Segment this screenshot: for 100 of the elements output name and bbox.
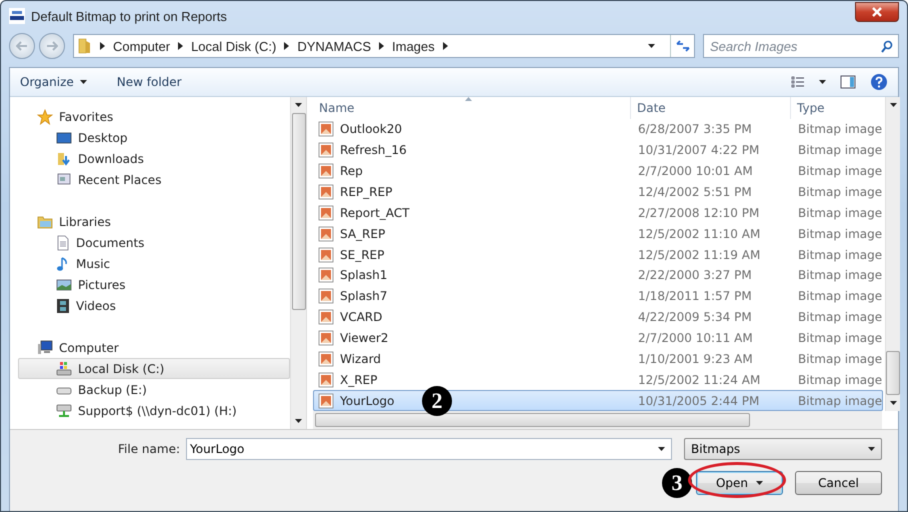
file-type: Bitmap image bbox=[797, 289, 882, 304]
sidebar-item[interactable]: Downloads bbox=[18, 148, 290, 169]
breadcrumb-item[interactable]: Computer bbox=[113, 38, 170, 54]
folder-icon bbox=[37, 214, 53, 228]
folder-icon bbox=[78, 38, 92, 54]
file-row[interactable]: Refresh_16 10/31/2007 4:22 PM Bitmap image bbox=[313, 140, 884, 161]
file-type: Bitmap image bbox=[797, 310, 882, 324]
file-date: 2/7/2000 10:11 AM bbox=[637, 331, 754, 346]
image-file-icon bbox=[318, 350, 334, 367]
sidebar-item-label: Music bbox=[76, 256, 110, 270]
file-row[interactable]: REP_REP 12/4/2002 5:51 PM Bitmap image bbox=[313, 181, 884, 202]
sidebar-heading-label: Computer bbox=[59, 340, 119, 354]
sidebar-item[interactable]: Pictures bbox=[18, 274, 290, 295]
refresh-icon[interactable] bbox=[674, 40, 690, 52]
open-button[interactable]: Open bbox=[696, 471, 783, 495]
file-row[interactable]: Splash1 2/22/2000 3:27 PM Bitmap image bbox=[313, 264, 884, 286]
breadcrumb-item[interactable]: Images bbox=[392, 38, 435, 54]
view-list-icon[interactable] bbox=[791, 76, 805, 88]
dropdown-arrow-icon bbox=[756, 481, 764, 485]
help-icon[interactable] bbox=[870, 73, 888, 91]
sidebar-heading-label: Favorites bbox=[59, 110, 114, 124]
dropdown-arrow-icon bbox=[890, 401, 897, 405]
sidebar-item[interactable]: Documents bbox=[18, 232, 290, 253]
file-row[interactable]: Viewer2 2/7/2000 10:11 AM Bitmap image bbox=[313, 328, 884, 348]
file-name: Splash1 bbox=[340, 268, 388, 282]
sidebar-item[interactable]: Desktop bbox=[18, 127, 290, 148]
organize-menu[interactable]: Organize bbox=[20, 75, 87, 89]
sidebar-item-label: Pictures bbox=[78, 278, 126, 292]
forward-button[interactable] bbox=[39, 33, 65, 59]
sidebar-item[interactable]: Videos bbox=[18, 295, 290, 316]
back-button[interactable] bbox=[9, 33, 35, 59]
file-type: Bitmap image bbox=[797, 184, 882, 199]
file-row[interactable]: SA_REP 12/5/2002 11:10 AM Bitmap image bbox=[313, 223, 884, 244]
file-name: Rep bbox=[340, 164, 363, 178]
file-name: X_REP bbox=[340, 372, 378, 387]
file-type-dropdown[interactable]: Bitmaps bbox=[684, 438, 882, 460]
file-date: 12/4/2002 5:51 PM bbox=[637, 184, 753, 199]
file-row[interactable]: VCARD 4/22/2009 5:34 PM Bitmap image bbox=[313, 306, 884, 328]
sidebar-heading[interactable]: Favorites bbox=[10, 106, 290, 127]
sidebar-heading[interactable]: Libraries bbox=[10, 211, 290, 232]
image-file-icon bbox=[318, 184, 334, 200]
cancel-button[interactable]: Cancel bbox=[795, 471, 882, 495]
picture-icon bbox=[56, 278, 72, 292]
chevron-icon bbox=[100, 42, 105, 50]
file-date: 4/22/2009 5:34 PM bbox=[637, 310, 753, 324]
file-row[interactable]: Rep 2/7/2000 10:01 AM Bitmap image bbox=[313, 160, 884, 182]
drive-icon bbox=[56, 361, 72, 376]
file-date: 1/10/2001 9:23 AM bbox=[637, 352, 754, 366]
preview-pane-icon[interactable] bbox=[840, 75, 856, 89]
file-date: 2/7/2000 10:01 AM bbox=[637, 164, 754, 178]
scrollbar-thumb[interactable] bbox=[886, 351, 900, 395]
sidebar-scrollbar[interactable] bbox=[290, 97, 306, 429]
search-field[interactable]: Search Images bbox=[703, 34, 899, 58]
sidebar-item-label: Recent Places bbox=[78, 172, 162, 186]
file-type: Bitmap image bbox=[797, 248, 882, 262]
file-name-field[interactable]: YourLogo bbox=[186, 438, 672, 460]
image-file-icon bbox=[318, 226, 334, 242]
dropdown-arrow-icon bbox=[295, 103, 302, 107]
sidebar-item[interactable]: Music bbox=[18, 253, 290, 274]
sidebar-heading[interactable]: Computer bbox=[10, 337, 290, 358]
scrollbar-thumb[interactable] bbox=[292, 113, 306, 310]
file-row[interactable]: Splash7 1/18/2011 1:57 PM Bitmap image bbox=[313, 286, 884, 307]
scrollbar-thumb[interactable] bbox=[315, 413, 750, 427]
image-file-icon bbox=[318, 267, 334, 284]
file-row[interactable]: Report_ACT 2/27/2008 12:10 PM Bitmap image bbox=[313, 202, 884, 224]
computer-icon bbox=[37, 340, 53, 355]
search-icon bbox=[881, 40, 893, 53]
drive-icon bbox=[56, 384, 72, 394]
breadcrumb-item[interactable]: Local Disk (C:) bbox=[191, 38, 276, 54]
file-date: 10/31/2007 4:22 PM bbox=[637, 143, 760, 158]
file-date: 12/5/2002 11:19 AM bbox=[637, 248, 762, 262]
breadcrumb-item[interactable]: DYNAMACS bbox=[297, 38, 372, 54]
file-row[interactable]: Outlook20 6/28/2007 3:35 PM Bitmap image bbox=[313, 118, 884, 140]
image-file-icon bbox=[318, 372, 334, 388]
file-name: Viewer2 bbox=[340, 331, 388, 346]
file-row[interactable]: Wizard 1/10/2001 9:23 AM Bitmap image bbox=[313, 348, 884, 370]
file-list-scrollbar[interactable] bbox=[885, 97, 900, 411]
image-file-icon bbox=[318, 121, 334, 138]
star-icon bbox=[37, 108, 53, 124]
image-file-icon bbox=[318, 392, 334, 409]
sidebar-item[interactable]: Local Disk (C:) bbox=[18, 358, 290, 379]
address-bar[interactable]: Computer Local Disk (C:) DYNAMACS Images bbox=[73, 34, 695, 58]
close-button[interactable] bbox=[855, 2, 899, 22]
horizontal-scrollbar[interactable] bbox=[313, 411, 882, 429]
file-name: Outlook20 bbox=[340, 122, 402, 136]
file-date: 2/22/2000 3:27 PM bbox=[637, 268, 753, 282]
file-row[interactable]: SE_REP 12/5/2002 11:19 AM Bitmap image bbox=[313, 244, 884, 265]
chevron-icon bbox=[379, 42, 384, 50]
chevron-icon bbox=[442, 42, 448, 50]
dropdown-arrow-icon bbox=[295, 419, 302, 423]
sidebar-item[interactable]: Support$ (\\dyn-dc01) (H:) bbox=[18, 400, 290, 421]
sidebar-item-label: Videos bbox=[76, 298, 116, 312]
column-header[interactable]: Date bbox=[631, 97, 791, 119]
sidebar-item[interactable]: Recent Places bbox=[18, 169, 290, 190]
file-type: Bitmap image bbox=[797, 394, 882, 408]
column-header[interactable]: Type bbox=[791, 97, 886, 119]
new-folder-button[interactable]: New folder bbox=[116, 75, 182, 89]
sidebar-item-label: Support$ (\\dyn-dc01) (H:) bbox=[78, 404, 237, 418]
sidebar-item[interactable]: Backup (E:) bbox=[18, 379, 290, 400]
dropdown-arrow-icon bbox=[648, 44, 655, 48]
